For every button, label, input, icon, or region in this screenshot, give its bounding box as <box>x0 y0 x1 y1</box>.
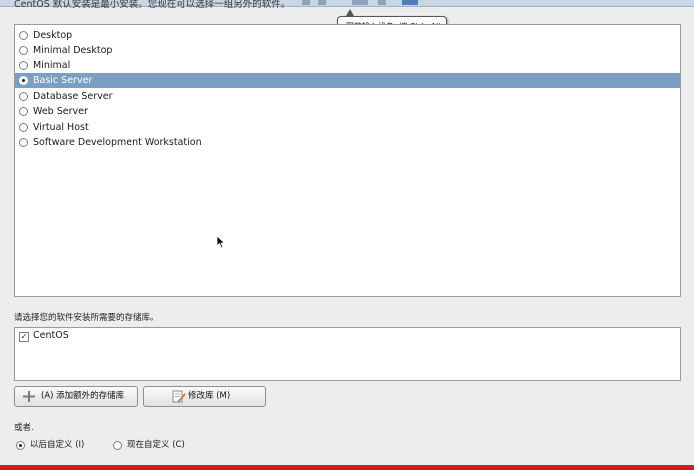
option-web-server[interactable]: Web Server <box>15 104 680 119</box>
add-icon <box>23 391 35 402</box>
vm-toolbar-icon[interactable] <box>352 0 368 5</box>
repo-label: CentOS <box>33 330 69 341</box>
option-desktop[interactable]: Desktop <box>15 28 680 43</box>
add-repo-label: (A) 添加额外的存储库 <box>41 391 125 401</box>
modify-repo-label: 修改库 (M) <box>188 391 231 401</box>
radio-button[interactable] <box>19 107 28 116</box>
option-label: Desktop <box>33 30 73 41</box>
add-repo-button[interactable]: (A) 添加额外的存储库 <box>14 386 138 407</box>
option-minimal[interactable]: Minimal <box>15 58 680 73</box>
repo-list: ✓ CentOS <box>14 327 681 381</box>
radio-button[interactable] <box>19 61 28 70</box>
radio-button[interactable] <box>19 92 28 101</box>
radio-button[interactable] <box>19 31 28 40</box>
mouse-cursor-icon <box>216 235 226 249</box>
option-virtual-host[interactable]: Virtual Host <box>15 120 680 135</box>
option-minimal-desktop[interactable]: Minimal Desktop <box>15 43 680 58</box>
option-label: Virtual Host <box>33 122 89 133</box>
modify-repo-button[interactable]: 修改库 (M) <box>143 386 266 407</box>
customize-now-label: 现在自定义 (C) <box>127 440 185 450</box>
repo-checkbox[interactable]: ✓ <box>19 332 29 342</box>
vm-toolbar-icon[interactable] <box>302 0 310 5</box>
radio-button[interactable] <box>113 441 122 450</box>
vm-toolbar-icon[interactable] <box>378 0 386 5</box>
option-software-development-workstation[interactable]: Software Development Workstation <box>15 135 680 150</box>
radio-button[interactable] <box>19 138 28 147</box>
option-label: Minimal Desktop <box>33 45 113 56</box>
install-type-list: Desktop Minimal Desktop Minimal Basic Se… <box>14 24 681 297</box>
radio-button[interactable] <box>19 46 28 55</box>
customize-later-label: 以后自定义 (I) <box>30 440 85 450</box>
radio-button[interactable] <box>19 123 28 132</box>
option-label: Database Server <box>33 91 113 102</box>
repo-prompt: 请选择您的软件安装所需要的存储库。 <box>14 313 159 323</box>
or-label: 或者. <box>14 423 34 433</box>
install-description: CentOS 默认安装是最小安装。您现在可以选择一组另外的软件。 <box>14 0 291 10</box>
radio-button-selected[interactable] <box>16 441 25 450</box>
bottom-status-bar <box>0 465 694 470</box>
vm-toolbar-icon[interactable] <box>318 0 326 5</box>
option-basic-server[interactable]: Basic Server <box>15 73 680 88</box>
option-label: Web Server <box>33 106 88 117</box>
edit-icon <box>172 390 186 403</box>
option-database-server[interactable]: Database Server <box>15 89 680 104</box>
option-label: Software Development Workstation <box>33 137 202 148</box>
tooltip-tail <box>346 9 354 16</box>
vm-toolbar-icon[interactable] <box>402 0 418 5</box>
option-label: Minimal <box>33 60 71 71</box>
radio-button-selected[interactable] <box>19 76 28 85</box>
option-label: Basic Server <box>33 75 93 86</box>
